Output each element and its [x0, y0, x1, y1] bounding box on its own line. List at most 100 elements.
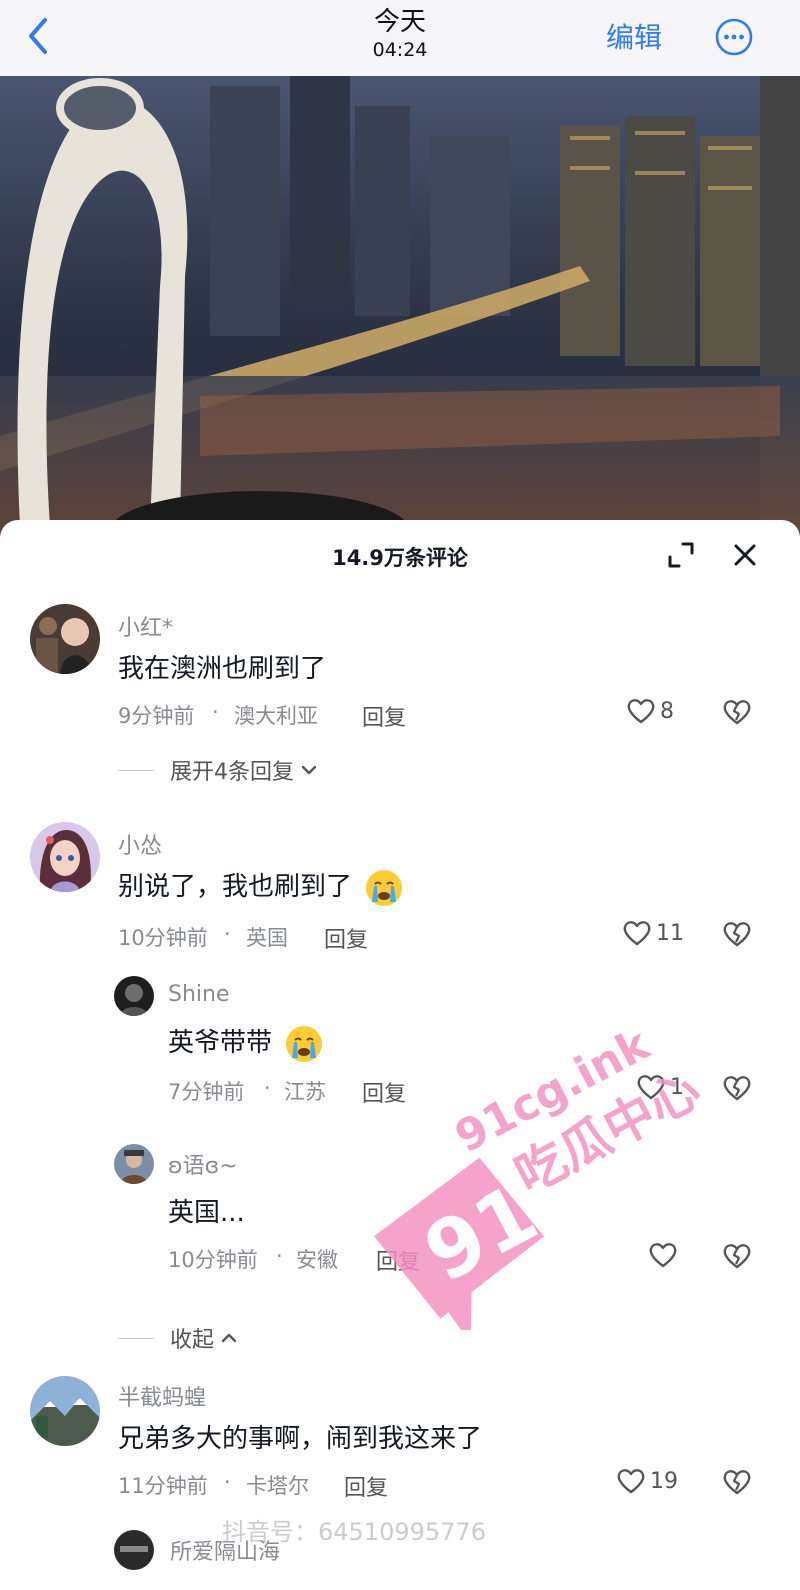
- thread-line: [118, 769, 154, 771]
- heart-icon: [637, 1075, 665, 1100]
- avatar-image: [30, 1376, 100, 1446]
- chevron-up-icon: [221, 1333, 237, 1343]
- expand-replies-label: 展开4条回复: [170, 760, 294, 785]
- nav-title: 今天: [373, 7, 426, 37]
- crying-emoji-icon: [286, 1025, 323, 1062]
- comment-item: 小红* 我在澳洲也刷到了 9分钟前 · 澳大利亚 回复 8 展开4条回复: [0, 600, 800, 800]
- dislike-button[interactable]: [722, 1242, 752, 1272]
- comment-time: 10分钟前: [118, 926, 208, 950]
- meta-separator: ·: [276, 1244, 283, 1268]
- comment-time: 11分钟前: [118, 1474, 208, 1498]
- heart-icon: [617, 1469, 645, 1494]
- avatar[interactable]: [30, 822, 100, 892]
- dislike-button[interactable]: [722, 920, 752, 950]
- like-button[interactable]: 11: [622, 919, 684, 947]
- avatar-image: [114, 1530, 154, 1570]
- comment-count-title: 14.9万条评论: [332, 546, 468, 570]
- avatar-image: [30, 604, 100, 674]
- reply-button[interactable]: 回复: [344, 1470, 388, 1502]
- broken-heart-icon: [723, 1076, 751, 1101]
- reply-button[interactable]: 回复: [362, 700, 406, 732]
- more-button[interactable]: [714, 17, 754, 57]
- comment-sheet-header: 14.9万条评论: [0, 520, 800, 592]
- broken-heart-icon: [723, 922, 751, 947]
- chevron-left-icon: [29, 18, 47, 54]
- reply-text: 英国...: [168, 1198, 245, 1228]
- broken-heart-icon: [723, 700, 751, 725]
- comment-username[interactable]: 小红*: [118, 610, 173, 642]
- broken-heart-icon: [723, 1244, 751, 1269]
- comment-sheet: 14.9万条评论 小红* 我在澳洲也刷到了 9分钟前 · 澳大利亚 回复 8 展…: [0, 520, 800, 1590]
- broken-heart-icon: [723, 1470, 751, 1495]
- top-nav-bar: 今天 04:24 编辑: [0, 0, 800, 76]
- background-photo: [0, 76, 800, 536]
- nav-time: 04:24: [372, 39, 428, 61]
- nav-title-block: 今天 04:24: [300, 6, 500, 62]
- comment-location: 英国: [246, 926, 288, 950]
- heart-icon: [623, 921, 651, 946]
- collapse-replies-button[interactable]: 收起: [118, 1322, 240, 1354]
- collapse-replies-label: 收起: [170, 1328, 215, 1353]
- comment-item: 小怂 别说了，我也刷到了 10分钟前 · 英国 回复 11 Shine 英爷带带…: [0, 822, 800, 1353]
- chevron-down-icon: [301, 765, 317, 775]
- expand-replies-button[interactable]: 展开4条回复: [118, 754, 320, 786]
- fullscreen-button[interactable]: [664, 538, 698, 572]
- close-icon: [734, 544, 756, 566]
- reply-username[interactable]: ʚ语ɞ~: [168, 1148, 238, 1180]
- comment-username[interactable]: 小怂: [118, 828, 162, 860]
- reply-item: Shine 英爷带带 7分钟前 · 江苏 回复 1: [0, 972, 800, 1122]
- avatar-image: [114, 976, 154, 1016]
- heart-icon: [627, 699, 655, 724]
- comment-location: 澳大利亚: [234, 704, 318, 728]
- reply-button[interactable]: 回复: [376, 1244, 420, 1276]
- expand-icon: [668, 542, 694, 568]
- reply-button[interactable]: 回复: [324, 922, 368, 954]
- like-count: 11: [656, 920, 684, 946]
- meta-separator: ·: [212, 700, 219, 724]
- heart-icon: [649, 1243, 677, 1268]
- like-button[interactable]: 8: [626, 697, 674, 725]
- avatar[interactable]: [114, 1530, 154, 1570]
- like-button[interactable]: 19: [616, 1467, 678, 1495]
- close-button[interactable]: [728, 538, 762, 572]
- comment-location: 卡塔尔: [246, 1474, 309, 1498]
- dislike-button[interactable]: [722, 698, 752, 728]
- back-button[interactable]: [18, 14, 58, 58]
- avatar-image: [114, 1144, 154, 1184]
- like-button[interactable]: 1: [636, 1073, 684, 1101]
- reply-button[interactable]: 回复: [362, 1076, 406, 1108]
- avatar-image: [30, 822, 100, 892]
- reply-location: 江苏: [284, 1080, 326, 1104]
- avatar[interactable]: [30, 1376, 100, 1446]
- comment-text: 别说了，我也刷到了: [118, 866, 404, 908]
- comment-text: 我在澳洲也刷到了: [118, 654, 327, 684]
- like-count: 19: [650, 1468, 678, 1494]
- reply-username[interactable]: Shine: [168, 982, 230, 1007]
- avatar[interactable]: [30, 604, 100, 674]
- dislike-button[interactable]: [722, 1468, 752, 1498]
- meta-separator: ·: [224, 922, 231, 946]
- more-circle-icon: [715, 18, 753, 56]
- avatar[interactable]: [114, 976, 154, 1016]
- comment-time: 9分钟前: [118, 704, 195, 728]
- like-count: 8: [660, 698, 674, 724]
- meta-separator: ·: [224, 1470, 231, 1494]
- reply-location: 安徽: [296, 1248, 338, 1272]
- comment-username[interactable]: 半截蚂蝗: [118, 1380, 206, 1412]
- edit-button[interactable]: 编辑: [606, 16, 662, 56]
- dislike-button[interactable]: [722, 1074, 752, 1104]
- comment-item: 半截蚂蝗 兄弟多大的事啊，闹到我这来了 11分钟前 · 卡塔尔 回复 19: [0, 1372, 800, 1522]
- reply-time: 7分钟前: [168, 1080, 245, 1104]
- meta-separator: ·: [264, 1076, 271, 1100]
- crying-emoji-icon: [366, 869, 403, 906]
- like-button[interactable]: [648, 1241, 678, 1269]
- reply-item: ʚ语ɞ~ 英国... 10分钟前 · 安徽 回复: [0, 1140, 800, 1290]
- reply-text: 英爷带带: [168, 1022, 324, 1064]
- city-night-scene: [0, 76, 800, 536]
- douyin-id-watermark: 抖音号：64510995776: [222, 1518, 486, 1546]
- reply-time: 10分钟前: [168, 1248, 258, 1272]
- comment-text-content: 别说了，我也刷到了: [118, 872, 353, 902]
- comment-text: 兄弟多大的事啊，闹到我这来了: [118, 1424, 483, 1454]
- thread-line: [118, 1337, 154, 1339]
- avatar[interactable]: [114, 1144, 154, 1184]
